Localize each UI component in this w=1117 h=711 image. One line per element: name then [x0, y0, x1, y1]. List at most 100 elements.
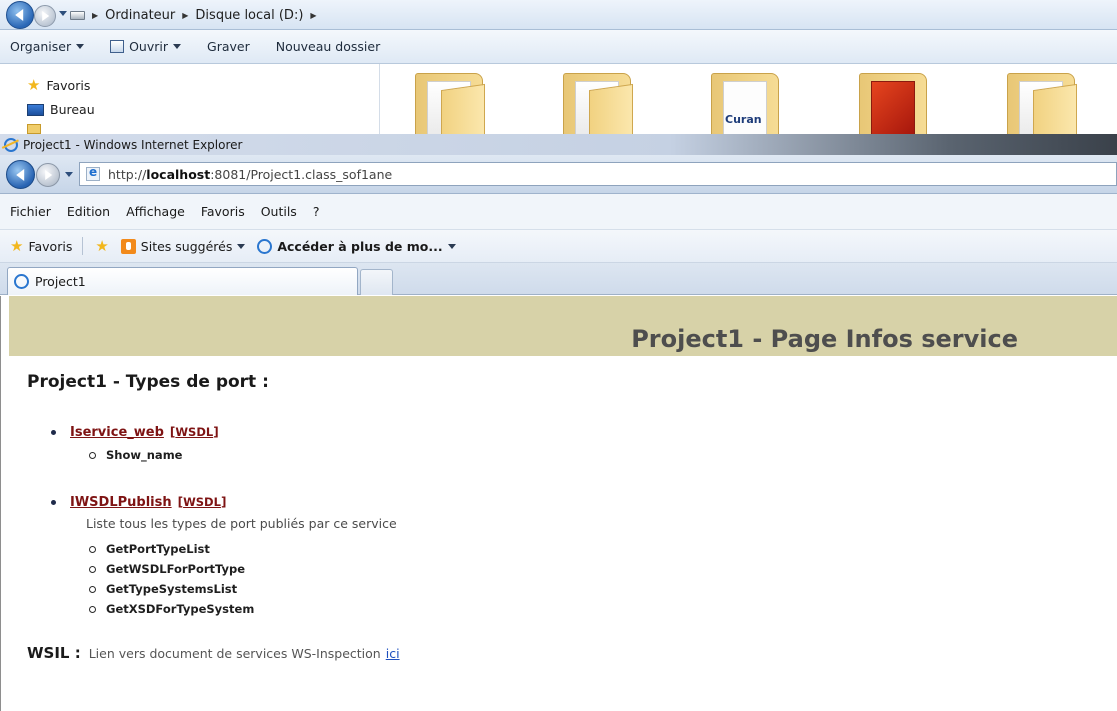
suggested-sites-icon	[120, 238, 136, 254]
internet-explorer-icon	[14, 274, 29, 289]
explorer-back-button[interactable]	[6, 1, 34, 29]
favorites-label: Favoris	[28, 238, 73, 254]
favorites-bar: ★ Favoris ★ Sites suggérés Accéder à plu…	[0, 230, 1117, 263]
wsdl-link[interactable]: WSDL	[175, 425, 213, 439]
recent-pages-dropdown-icon[interactable]	[65, 172, 73, 177]
organiser-label: Organiser	[10, 39, 72, 54]
suggested-sites-button[interactable]: Sites suggérés	[120, 238, 246, 254]
port-item: IWSDLPublish [WSDL] Liste tous les types…	[51, 493, 751, 619]
ie-title-bar[interactable]: Project1 - Windows Internet Explorer	[0, 134, 1117, 155]
folder-item[interactable]	[859, 73, 927, 136]
operation-name: Show_name	[106, 448, 183, 462]
bracket: ]	[213, 425, 219, 439]
bracket: ]	[220, 495, 227, 509]
nouveau-dossier-label: Nouveau dossier	[275, 39, 381, 54]
port-link-iservice-web[interactable]: Iservice_web	[70, 425, 164, 440]
back-arrow-icon	[15, 168, 24, 181]
operation-name: GetPortTypeList	[106, 542, 210, 556]
nav-item-partial[interactable]	[27, 124, 41, 134]
chevron-down-icon	[447, 243, 456, 249]
suggested-sites-label: Sites suggérés	[140, 238, 233, 254]
new-tab-button[interactable]	[360, 269, 393, 295]
menu-help[interactable]: ?	[309, 202, 324, 221]
menu-fichier[interactable]: Fichier	[6, 202, 55, 221]
organiser-button[interactable]: Organiser	[10, 39, 85, 54]
breadcrumb-separator-icon[interactable]: ▶	[310, 11, 316, 20]
toolbar-divider	[82, 237, 84, 255]
tab-title: Project1	[35, 274, 86, 289]
port-types-heading: Project1 - Types de port :	[27, 372, 269, 392]
page-header-band: Project1 - Page Infos service	[9, 296, 1117, 356]
folder-icon	[27, 124, 41, 134]
wsil-link[interactable]: ici	[386, 646, 400, 661]
folder-item[interactable]	[563, 73, 633, 136]
web-page: Project1 - Page Infos service Project1 -…	[0, 296, 1117, 711]
url-input[interactable]: http://localhost:8081/Project1.class_sof…	[79, 162, 1117, 186]
explorer-navigation-pane: ★ Favoris Bureau	[0, 64, 380, 136]
operation-name: GetXSDForTypeSystem	[106, 602, 255, 616]
wsil-description: Lien vers document de services WS-Inspec…	[88, 646, 381, 661]
drive-icon	[70, 11, 85, 20]
port-header: Iservice_web [WSDL]	[51, 423, 751, 441]
explorer-command-bar: Organiser Ouvrir Graver Nouveau dossier	[0, 30, 1117, 64]
explorer-address-bar: ▶ Ordinateur ▶ Disque local (D:) ▶	[0, 0, 1117, 30]
nav-item-bureau[interactable]: Bureau	[27, 102, 95, 117]
operation-name: GetTypeSystemsList	[106, 582, 238, 596]
recent-pages-dropdown-icon[interactable]	[59, 11, 67, 16]
nav-item-label: Bureau	[50, 102, 95, 117]
operation-item: GetPortTypeList	[89, 539, 751, 559]
circle-bullet-icon	[89, 545, 96, 553]
folder-item[interactable]: Curan	[711, 73, 779, 136]
tab-strip: Project1	[0, 263, 1117, 295]
explorer-forward-button[interactable]	[34, 5, 56, 27]
explorer-file-view: Curan	[381, 64, 1117, 136]
menu-outils[interactable]: Outils	[257, 202, 301, 221]
folder-item[interactable]	[415, 73, 485, 136]
internet-explorer-icon	[257, 238, 273, 254]
circle-bullet-icon	[89, 451, 96, 459]
operations-list: Show_name	[89, 445, 751, 465]
add-to-favorites-bar-button[interactable]: ★	[95, 236, 109, 255]
bullet-icon	[51, 429, 56, 435]
ie-menu-bar: Fichier Edition Affichage Favoris Outils…	[0, 194, 1117, 230]
page-icon	[86, 165, 100, 181]
breadcrumb-separator-icon[interactable]: ▶	[182, 11, 188, 20]
menu-edition[interactable]: Edition	[63, 202, 114, 221]
open-icon	[110, 40, 125, 53]
breadcrumb: ▶ Ordinateur ▶ Disque local (D:) ▶	[92, 6, 317, 24]
graver-label: Graver	[207, 39, 250, 54]
port-link-iwsdlpublish[interactable]: IWSDLPublish	[70, 495, 172, 510]
page-title: Project1 - Page Infos service	[631, 325, 1018, 353]
internet-explorer-icon	[4, 137, 18, 152]
menu-affichage[interactable]: Affichage	[122, 202, 189, 221]
back-arrow-icon	[15, 9, 24, 21]
wsdl-link[interactable]: WSDL	[183, 495, 221, 509]
menu-favoris[interactable]: Favoris	[197, 202, 249, 221]
port-item: Iservice_web [WSDL] Show_name	[51, 423, 751, 465]
circle-bullet-icon	[89, 585, 96, 593]
breadcrumb-separator-icon[interactable]: ▶	[92, 11, 98, 20]
chevron-down-icon	[237, 243, 246, 249]
breadcrumb-ordinateur[interactable]: Ordinateur	[105, 8, 175, 23]
graver-button[interactable]: Graver	[207, 39, 250, 54]
web-slice-gallery-label: Accéder à plus de mo...	[277, 238, 443, 254]
circle-bullet-icon	[89, 565, 96, 573]
ie-address-toolbar: http://localhost:8081/Project1.class_sof…	[0, 155, 1117, 194]
window-title: Project1 - Windows Internet Explorer	[23, 137, 243, 152]
ie-back-button[interactable]	[6, 160, 35, 189]
favorites-button[interactable]: ★ Favoris	[10, 236, 73, 255]
port-types-list: Iservice_web [WSDL] Show_name IWSDLPubli…	[51, 423, 751, 619]
nouveau-dossier-button[interactable]: Nouveau dossier	[276, 39, 380, 54]
add-favorite-icon: ★	[95, 236, 109, 255]
tab-project1[interactable]: Project1	[7, 267, 358, 295]
web-slice-gallery-button[interactable]: Accéder à plus de mo...	[257, 238, 456, 254]
wsil-section: WSIL : Lien vers document de services WS…	[27, 644, 400, 662]
star-icon: ★	[10, 236, 24, 255]
breadcrumb-disque-local[interactable]: Disque local (D:)	[195, 8, 303, 23]
ie-forward-button[interactable]	[36, 163, 60, 187]
nav-item-favoris[interactable]: ★ Favoris	[27, 78, 91, 94]
nav-item-label: Favoris	[46, 78, 91, 93]
folder-item[interactable]	[1007, 73, 1077, 136]
ouvrir-button[interactable]: Ouvrir	[110, 39, 182, 54]
operation-item: GetXSDForTypeSystem	[89, 599, 751, 619]
